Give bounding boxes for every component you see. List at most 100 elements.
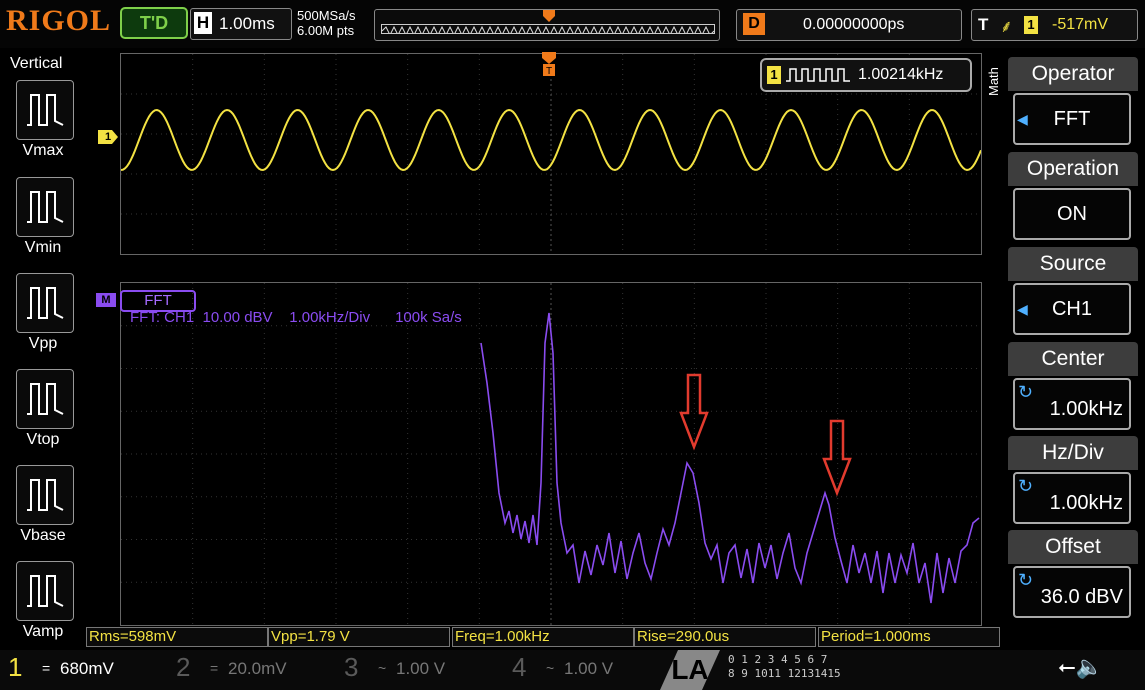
memory-depth: 6.00M pts xyxy=(297,23,355,38)
brand-logo: RIGOL xyxy=(6,4,112,37)
delay-tag: D xyxy=(743,13,765,35)
menu-side-label: Math xyxy=(986,67,1001,96)
la-channel-map: 0 1 2 3 4 5 6 7 8 9 1011 12131415 xyxy=(728,653,841,681)
ch1-offset-marker[interactable]: 1 xyxy=(98,130,118,144)
channel-scale: 1.00 V xyxy=(564,659,614,678)
vamp-icon xyxy=(27,575,64,607)
channel-scale: 20.0mV xyxy=(228,659,287,678)
vtop-measure-button[interactable] xyxy=(16,369,74,429)
menu-value: CH1 xyxy=(1051,298,1092,320)
coupling-icon: ~ xyxy=(378,660,387,676)
measure-label: Vmin xyxy=(24,239,62,256)
run-status-button[interactable]: T'D xyxy=(120,7,188,39)
menu-value: 36.0 dBV xyxy=(1040,586,1123,608)
coupling-icon: = xyxy=(210,660,219,676)
rising-edge-icon: ⸙ xyxy=(1000,17,1013,36)
timebase-value: 1.00ms xyxy=(219,14,275,33)
menu-heading-source: Source xyxy=(1008,247,1138,281)
usb-icon: ⭠🔈 xyxy=(1058,654,1103,679)
measurement-item: Rise=290.0us xyxy=(634,627,816,647)
delay-value: 0.00000000ps xyxy=(803,16,905,33)
harmonic-arrow-2 xyxy=(822,419,852,497)
menu-value: FFT xyxy=(1053,108,1091,130)
fft-graticule xyxy=(121,283,981,625)
memory-overview-bar[interactable] xyxy=(374,9,720,41)
svg-text:T: T xyxy=(546,66,552,76)
channel-2-status[interactable]: 2 = 20.0mV xyxy=(168,650,328,690)
vtop-icon xyxy=(27,383,64,415)
vmax-icon xyxy=(27,94,64,126)
knob-icon: ↻ xyxy=(1018,382,1034,402)
menu-button-source[interactable]: ◀ CH1 xyxy=(1013,283,1131,335)
measurement-item: Period=1.000ms xyxy=(818,627,1000,647)
harmonic-arrow-1 xyxy=(679,373,709,451)
menu-button-offset[interactable]: ↻ 36.0 dBV xyxy=(1013,566,1131,618)
square-wave-icon xyxy=(786,68,850,82)
menu-button-operator[interactable]: ◀ FFT xyxy=(1013,93,1131,145)
la-row-2: 8 9 1011 12131415 xyxy=(728,667,841,680)
fft-spectrum-trace xyxy=(480,312,980,604)
channel-status-bar: 1 = 680mV 2 = 20.0mV 3 ~1.00 V 4 ~1.00 V xyxy=(0,650,1145,690)
measure-label: Vpp xyxy=(28,335,58,352)
menu-button-center[interactable]: ↻ 1.00kHz xyxy=(1013,378,1131,430)
sample-rate: 500MSa/s xyxy=(297,8,356,23)
menu-arrow-icon: ◀ xyxy=(1017,111,1028,127)
vamp-measure-button[interactable] xyxy=(16,561,74,621)
menu-value: 1.00kHz xyxy=(1049,492,1123,514)
coupling-icon: ~ xyxy=(546,660,555,676)
vpp-measure-button[interactable] xyxy=(16,273,74,333)
memory-wave-icon xyxy=(381,24,715,34)
knob-icon: ↻ xyxy=(1018,570,1034,590)
horizontal-tag: H xyxy=(194,12,212,34)
measure-label: Vmax xyxy=(22,142,64,159)
timebase-indicator[interactable]: H 1.00ms xyxy=(190,8,292,40)
fft-settings-info: FFT: CH1 10.00 dBV 1.00kHz/Div 100k Sa/s xyxy=(130,309,462,326)
measure-category-title: Vertical xyxy=(10,55,63,72)
channel-number: 4 xyxy=(512,652,527,682)
knob-icon: ↻ xyxy=(1018,476,1034,496)
channel-number: 3 xyxy=(344,652,359,682)
trigger-level: -517mV xyxy=(1052,16,1109,33)
measure-label: Vamp xyxy=(22,623,64,640)
vmin-icon xyxy=(27,191,64,223)
vmax-measure-button[interactable] xyxy=(16,80,74,140)
counter-source: 1 xyxy=(767,66,781,84)
acquisition-info: 500MSa/s 6.00M pts xyxy=(297,8,356,38)
la-row-1: 0 1 2 3 4 5 6 7 xyxy=(728,653,828,666)
measure-label: Vbase xyxy=(20,527,66,544)
measurement-item: Rms=598mV xyxy=(86,627,268,647)
channel-4-status[interactable]: 4 ~1.00 V xyxy=(504,650,664,690)
math-channel-marker[interactable]: M xyxy=(96,293,116,307)
vpp-icon xyxy=(27,287,64,319)
channel-number: 1 xyxy=(8,652,23,682)
menu-heading-operation: Operation xyxy=(1008,152,1138,186)
delay-indicator[interactable]: D 0.00000000ps xyxy=(736,9,962,41)
measurement-item: Freq=1.00kHz xyxy=(452,627,634,647)
counter-value: 1.00214kHz xyxy=(858,66,944,83)
trigger-indicator[interactable]: T ⸙ 1 -517mV xyxy=(971,9,1138,41)
menu-heading-operator: Operator xyxy=(1008,57,1138,91)
frequency-counter: 1 1.00214kHz xyxy=(760,58,972,92)
measurement-item: Vpp=1.79 V xyxy=(268,627,450,647)
fft-screen[interactable] xyxy=(120,282,982,626)
channel-scale: 1.00 V xyxy=(396,659,446,678)
trigger-tag: T xyxy=(978,15,989,34)
measurement-bar: Rms=598mV Vpp=1.79 V Freq=1.00kHz Rise=290.… xyxy=(86,627,1000,647)
menu-value: 1.00kHz xyxy=(1049,398,1123,420)
channel-number: 2 xyxy=(176,652,191,682)
menu-arrow-icon: ◀ xyxy=(1017,301,1028,317)
channel-3-status[interactable]: 3 ~1.00 V xyxy=(336,650,496,690)
menu-button-operation[interactable]: ON xyxy=(1013,188,1131,240)
measure-label: Vtop xyxy=(26,431,60,448)
trigger-position-icon xyxy=(543,10,555,22)
trigger-source: 1 xyxy=(1024,16,1038,34)
vbase-measure-button[interactable] xyxy=(16,465,74,525)
vbase-icon xyxy=(27,479,64,511)
channel-scale: 680mV xyxy=(60,659,114,678)
trigger-position-marker[interactable]: T xyxy=(541,52,557,76)
menu-button-hzdiv[interactable]: ↻ 1.00kHz xyxy=(1013,472,1131,524)
menu-value: ON xyxy=(1057,203,1087,225)
channel-1-status[interactable]: 1 = 680mV xyxy=(0,650,160,690)
vmin-measure-button[interactable] xyxy=(16,177,74,237)
coupling-icon: = xyxy=(42,660,51,676)
